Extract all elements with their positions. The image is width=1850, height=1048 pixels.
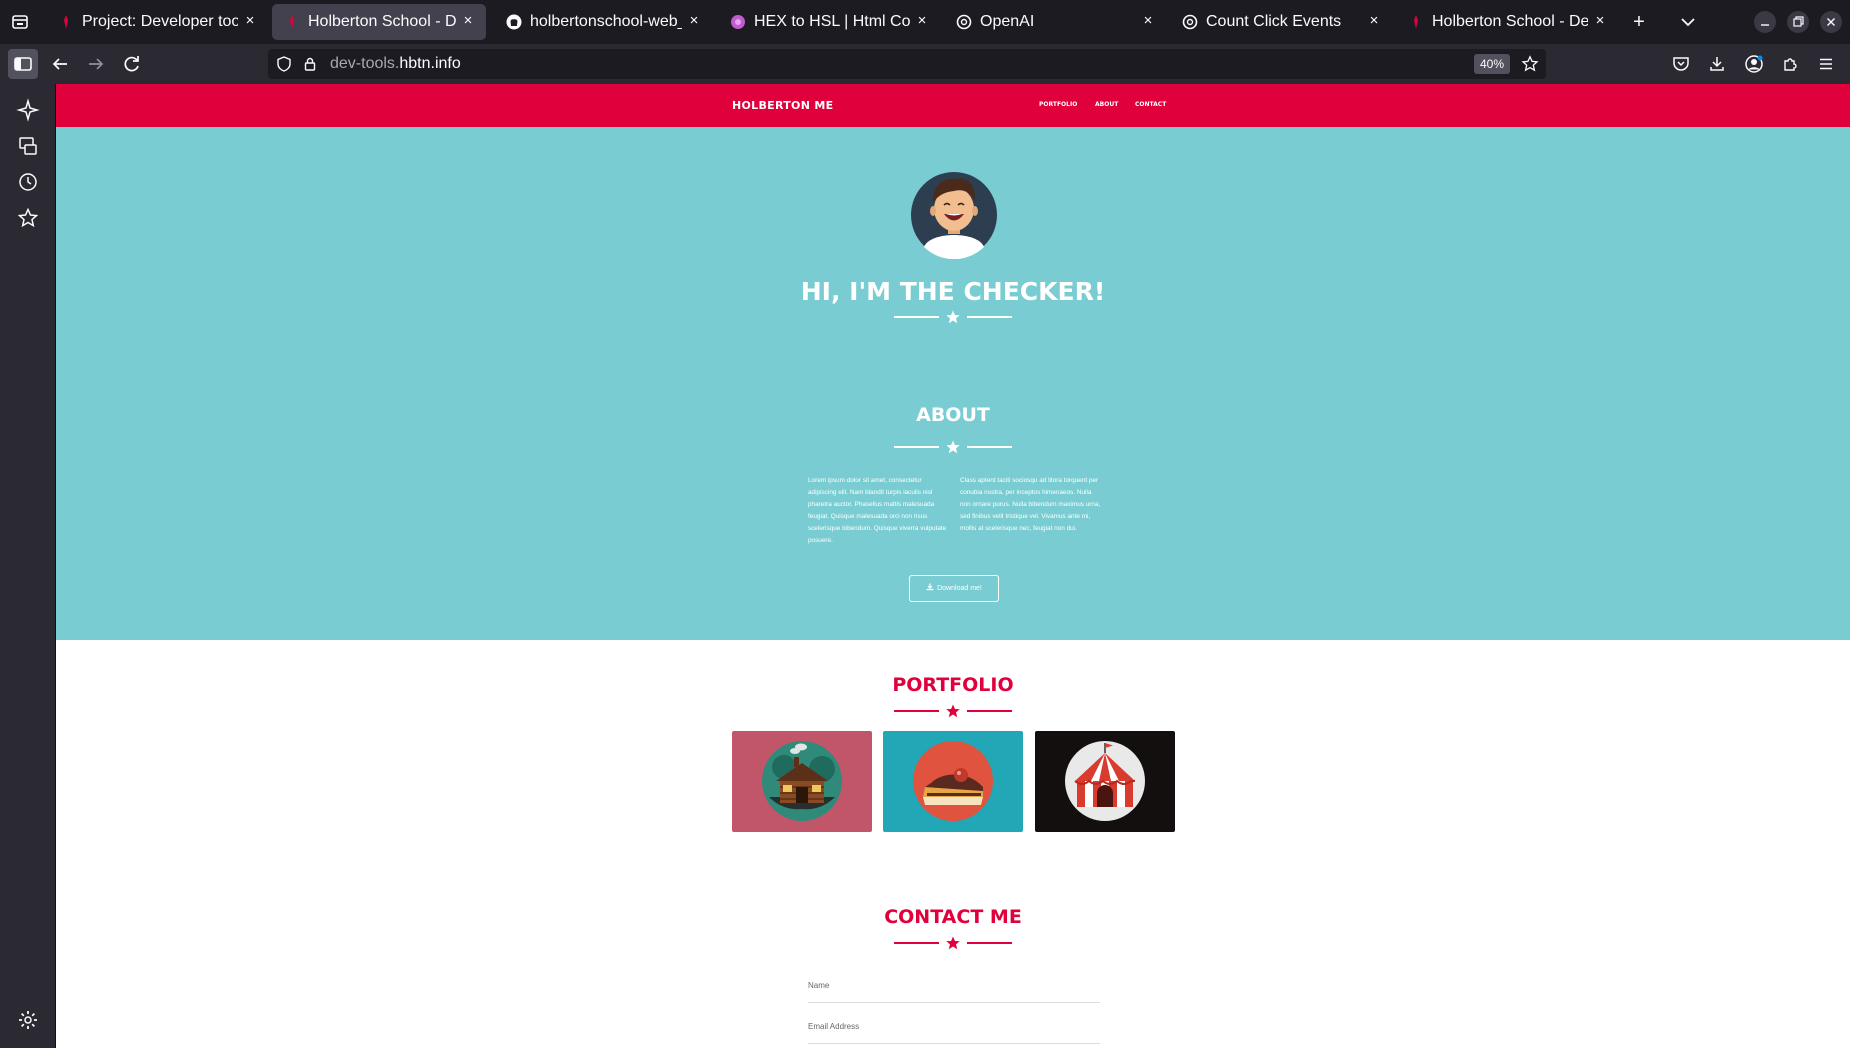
download-button[interactable]: Download me!: [909, 575, 999, 602]
ai-sparkle-icon[interactable]: [16, 98, 40, 122]
email-field[interactable]: Email Address: [808, 1022, 859, 1031]
html-colors-icon: [731, 15, 745, 29]
site-brand[interactable]: HOLBERTON ME: [732, 99, 833, 112]
navigation-toolbar: dev-tools.hbtn.info 40%: [0, 44, 1850, 84]
portfolio-item-circus-tent[interactable]: [1035, 731, 1175, 832]
zoom-level-badge[interactable]: 40%: [1473, 54, 1510, 74]
reload-icon: [124, 56, 139, 72]
tab-project-developer-tools[interactable]: Project: Developer tools | ×: [46, 4, 268, 40]
site-header: HOLBERTON ME PORTFOLIO ABOUT CONTACT: [56, 84, 1850, 127]
close-tab-icon[interactable]: ×: [1366, 12, 1382, 30]
hero-title: HI, I'M THE CHECKER!: [800, 277, 1106, 306]
contact-title: CONTACT ME: [884, 906, 1022, 928]
arrow-left-icon: [52, 58, 67, 70]
minimize-button[interactable]: [1754, 11, 1776, 33]
url-subdomain: dev-tools.: [330, 55, 400, 72]
new-tab-button[interactable]: +: [1625, 8, 1653, 36]
history-clock-icon[interactable]: [16, 170, 40, 194]
close-tab-icon[interactable]: ×: [460, 12, 476, 30]
back-button[interactable]: [45, 49, 75, 79]
lock-icon[interactable]: [302, 56, 318, 72]
about-star-divider: [894, 440, 1012, 454]
tab-holberton-school-2[interactable]: Holberton School - Develo ×: [1396, 4, 1618, 40]
pocket-icon[interactable]: [1672, 55, 1690, 73]
hero-star-divider: [894, 310, 1012, 324]
contact-star-divider: [894, 936, 1012, 950]
firefox-view-icon: [12, 15, 28, 29]
circus-tent-icon: [1065, 741, 1145, 821]
tab-title: Holberton School - Develo: [1432, 13, 1588, 30]
minimize-icon: [1761, 24, 1769, 26]
close-tab-icon[interactable]: ×: [1140, 12, 1156, 30]
list-all-tabs-button[interactable]: [1674, 8, 1702, 36]
tab-openai[interactable]: OpenAI ×: [944, 4, 1166, 40]
tab-title: Count Click Events: [1206, 13, 1342, 30]
arrow-right-icon: [89, 58, 104, 70]
cake-icon: [913, 741, 993, 821]
tab-holberton-school-active[interactable]: Holberton School - Develo ×: [272, 4, 486, 40]
about-title: ABOUT: [916, 404, 990, 426]
openai-icon: [1182, 14, 1198, 30]
portfolio-item-cake[interactable]: [883, 731, 1023, 832]
tab-title: HEX to HSL | Html Colors: [754, 13, 910, 30]
hamburger-menu-icon[interactable]: [1817, 55, 1835, 73]
chevron-down-icon: [1681, 18, 1695, 27]
bookmarks-star-icon[interactable]: [16, 206, 40, 230]
url-domain: hbtn.info: [399, 55, 461, 72]
close-tab-icon[interactable]: ×: [1592, 12, 1608, 30]
synced-tabs-icon[interactable]: [16, 134, 40, 158]
tab-strip: Project: Developer tools | × Holberton S…: [0, 0, 1850, 44]
nav-link-contact[interactable]: CONTACT: [1135, 101, 1166, 108]
portfolio-star-divider: [894, 704, 1012, 718]
nav-link-portfolio[interactable]: PORTFOLIO: [1039, 101, 1077, 108]
url-text[interactable]: dev-tools.hbtn.info: [330, 55, 461, 73]
github-icon: [506, 14, 522, 30]
close-window-button[interactable]: [1820, 11, 1842, 33]
tab-title: holbertonschool-web_fro: [530, 13, 682, 30]
hero-section: HI, I'M THE CHECKER! ABOUT Lorem ipsum d…: [56, 127, 1850, 640]
restore-button[interactable]: [1787, 11, 1809, 33]
gear-icon[interactable]: [16, 1008, 40, 1032]
holberton-favicon-icon: [1414, 15, 1418, 29]
download-icon: [926, 583, 934, 591]
name-field-underline: [808, 1002, 1100, 1003]
browser-sidebar: [0, 84, 56, 1048]
portfolio-title: PORTFOLIO: [892, 674, 1014, 696]
tab-title: OpenAI: [980, 13, 1035, 30]
tab-hex-to-hsl[interactable]: HEX to HSL | Html Colors ×: [718, 4, 940, 40]
restore-icon: [1793, 16, 1804, 27]
tab-count-click-events[interactable]: Count Click Events ×: [1170, 4, 1392, 40]
forward-button[interactable]: [81, 49, 111, 79]
downloads-icon[interactable]: [1708, 55, 1726, 73]
tab-title: Holberton School - Develo: [308, 13, 456, 30]
openai-icon: [956, 14, 972, 30]
nav-link-about[interactable]: ABOUT: [1095, 101, 1118, 108]
url-bar[interactable]: dev-tools.hbtn.info 40%: [268, 49, 1546, 79]
account-icon[interactable]: [1744, 54, 1764, 74]
about-text-column-2: Class aptent taciti sociosqu ad litora t…: [960, 477, 1101, 532]
sidebar-toggle-button[interactable]: [8, 49, 38, 79]
cabin-icon: [762, 741, 842, 821]
name-field[interactable]: Name: [808, 981, 829, 990]
close-tab-icon[interactable]: ×: [242, 12, 258, 30]
reload-button[interactable]: [117, 49, 147, 79]
portfolio-item-cabin[interactable]: [732, 731, 872, 832]
holberton-favicon-icon: [64, 15, 68, 29]
page-viewport: HOLBERTON ME PORTFOLIO ABOUT CONTACT HI,…: [56, 84, 1850, 1048]
holberton-favicon-icon: [290, 15, 294, 29]
about-text-column-1: Lorem ipsum dolor sit amet, consectetur …: [808, 477, 947, 544]
shield-icon[interactable]: [276, 56, 292, 72]
checker-avatar: [911, 172, 997, 259]
close-tab-icon[interactable]: ×: [914, 12, 930, 30]
extensions-icon[interactable]: [1781, 55, 1799, 73]
close-tab-icon[interactable]: ×: [686, 12, 702, 30]
tab-title: Project: Developer tools |: [82, 13, 238, 30]
download-label: Download me!: [937, 585, 982, 592]
tab-github-repo[interactable]: holbertonschool-web_fro ×: [494, 4, 712, 40]
bookmark-star-icon[interactable]: [1521, 55, 1539, 73]
email-field-underline: [808, 1043, 1100, 1044]
firefox-view-button[interactable]: [6, 8, 34, 36]
close-icon: [1827, 18, 1835, 26]
sidebar-icon: [14, 57, 32, 71]
